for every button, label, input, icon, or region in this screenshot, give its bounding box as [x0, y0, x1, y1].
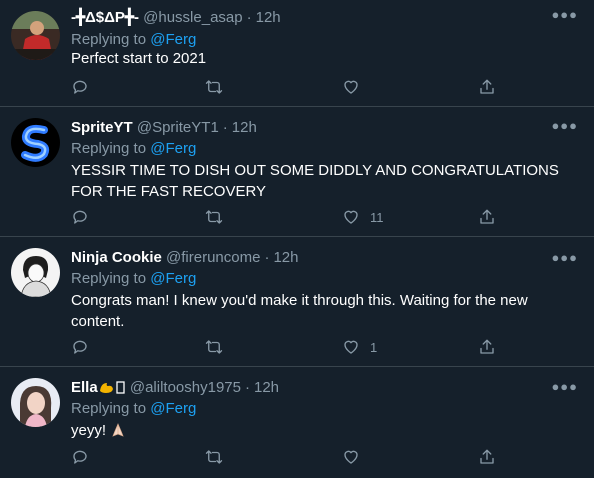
tweet[interactable]: -╋Δ$ΔP╋- @hussle_asap · 12h ●●● Replying t… — [0, 0, 594, 107]
share-button[interactable] — [478, 78, 496, 96]
avatar[interactable] — [11, 248, 60, 297]
share-icon — [480, 79, 494, 94]
timestamp[interactable]: 12h — [254, 379, 279, 396]
unknown-glyph-icon — [115, 379, 126, 400]
replying-to: Replying to @Ferg — [71, 400, 196, 418]
more-icon[interactable]: ●●● — [551, 119, 578, 132]
replying-prefix: Replying to — [71, 31, 147, 48]
reply-icon — [73, 210, 87, 224]
tweet-actions: 1 — [71, 338, 511, 358]
mention-link[interactable]: @Ferg — [150, 400, 196, 417]
retweet-icon — [205, 340, 223, 354]
retweet-button[interactable] — [205, 448, 223, 466]
avatar[interactable] — [11, 378, 60, 427]
share-button[interactable] — [478, 448, 496, 466]
like-button[interactable]: 11 — [342, 208, 384, 226]
folded-hands-emoji-icon — [110, 422, 126, 444]
tweet-text: yeyy! — [71, 422, 107, 439]
replying-prefix: Replying to — [71, 140, 147, 157]
retweet-button[interactable] — [205, 208, 223, 226]
reply-button[interactable] — [71, 448, 89, 466]
retweet-icon — [205, 450, 223, 464]
heart-icon — [344, 450, 358, 464]
timestamp[interactable]: 12h — [256, 9, 281, 26]
display-name[interactable]: SpriteYT — [71, 119, 133, 136]
share-icon — [480, 209, 494, 224]
replying-to: Replying to @Ferg — [71, 31, 196, 49]
replying-prefix: Replying to — [71, 400, 147, 417]
separator-dot: · — [222, 119, 228, 136]
retweet-button[interactable] — [205, 78, 223, 96]
mention-link[interactable]: @Ferg — [150, 270, 196, 287]
tweet[interactable]: Ninja Cookie @fireruncome · 12h ●●● Replyi… — [0, 237, 594, 367]
share-button[interactable] — [478, 338, 496, 356]
tweet-text: Perfect start to 2021 — [71, 50, 207, 67]
avatar[interactable] — [11, 11, 60, 60]
tweet[interactable]: Ella @aliltooshy1975 · 12h ●●● Replying to… — [0, 367, 594, 478]
like-button[interactable] — [342, 448, 370, 466]
tweet-actions — [71, 448, 511, 468]
timestamp[interactable]: 12h — [232, 119, 257, 136]
user-handle[interactable]: @aliltooshy1975 — [130, 379, 241, 396]
reply-button[interactable] — [71, 208, 89, 226]
replying-prefix: Replying to — [71, 270, 147, 287]
like-button[interactable]: 1 — [342, 338, 377, 356]
heart-icon — [344, 340, 358, 354]
avatar[interactable] — [11, 118, 60, 167]
reply-icon — [73, 340, 87, 354]
separator-dot: · — [245, 379, 250, 396]
share-button[interactable] — [478, 208, 496, 226]
tweet[interactable]: SpriteYT @SpriteYT1 · 12h ●●● Replying to … — [0, 107, 594, 237]
tweet-actions — [71, 78, 511, 98]
user-handle[interactable]: @hussle_asap — [143, 9, 242, 26]
tweet-text-row: yeyy! — [71, 420, 571, 444]
share-icon — [480, 449, 494, 464]
display-name[interactable]: -╋Δ$ΔP╋- — [71, 9, 139, 26]
like-count: 1 — [370, 339, 378, 355]
like-count: 11 — [370, 209, 384, 225]
user-handle[interactable]: @SpriteYT1 — [137, 119, 219, 136]
tweet-text: Congrats man! I knew you'd make it throu… — [71, 292, 528, 330]
like-button[interactable] — [342, 78, 370, 96]
separator-dot: · — [246, 9, 252, 26]
mention-link[interactable]: @Ferg — [150, 31, 196, 48]
display-name[interactable]: Ella — [71, 379, 98, 396]
user-handle[interactable]: @fireruncome — [166, 249, 260, 266]
more-icon[interactable]: ●●● — [551, 8, 578, 21]
separator-dot: · — [264, 249, 270, 266]
share-icon — [480, 339, 494, 354]
reply-button[interactable] — [71, 338, 89, 356]
retweet-icon — [205, 80, 223, 94]
reply-button[interactable] — [71, 78, 89, 96]
heart-icon — [344, 210, 358, 224]
replying-to: Replying to @Ferg — [71, 140, 196, 158]
mention-link[interactable]: @Ferg — [150, 140, 196, 157]
heart-icon — [344, 80, 358, 94]
more-icon[interactable]: ●●● — [551, 251, 578, 264]
retweet-button[interactable] — [205, 338, 223, 356]
tweet-actions: 11 — [71, 208, 511, 228]
muscle-emoji-icon — [98, 379, 115, 400]
timestamp[interactable]: 12h — [273, 249, 298, 266]
retweet-icon — [205, 210, 223, 224]
reply-icon — [73, 450, 87, 464]
more-icon[interactable]: ●●● — [551, 380, 578, 393]
reply-icon — [73, 80, 87, 94]
display-name[interactable]: Ninja Cookie — [71, 249, 162, 266]
replying-to: Replying to @Ferg — [71, 270, 196, 288]
tweet-text: YESSIR TIME TO DISH OUT SOME DIDDLY AND … — [71, 162, 559, 200]
